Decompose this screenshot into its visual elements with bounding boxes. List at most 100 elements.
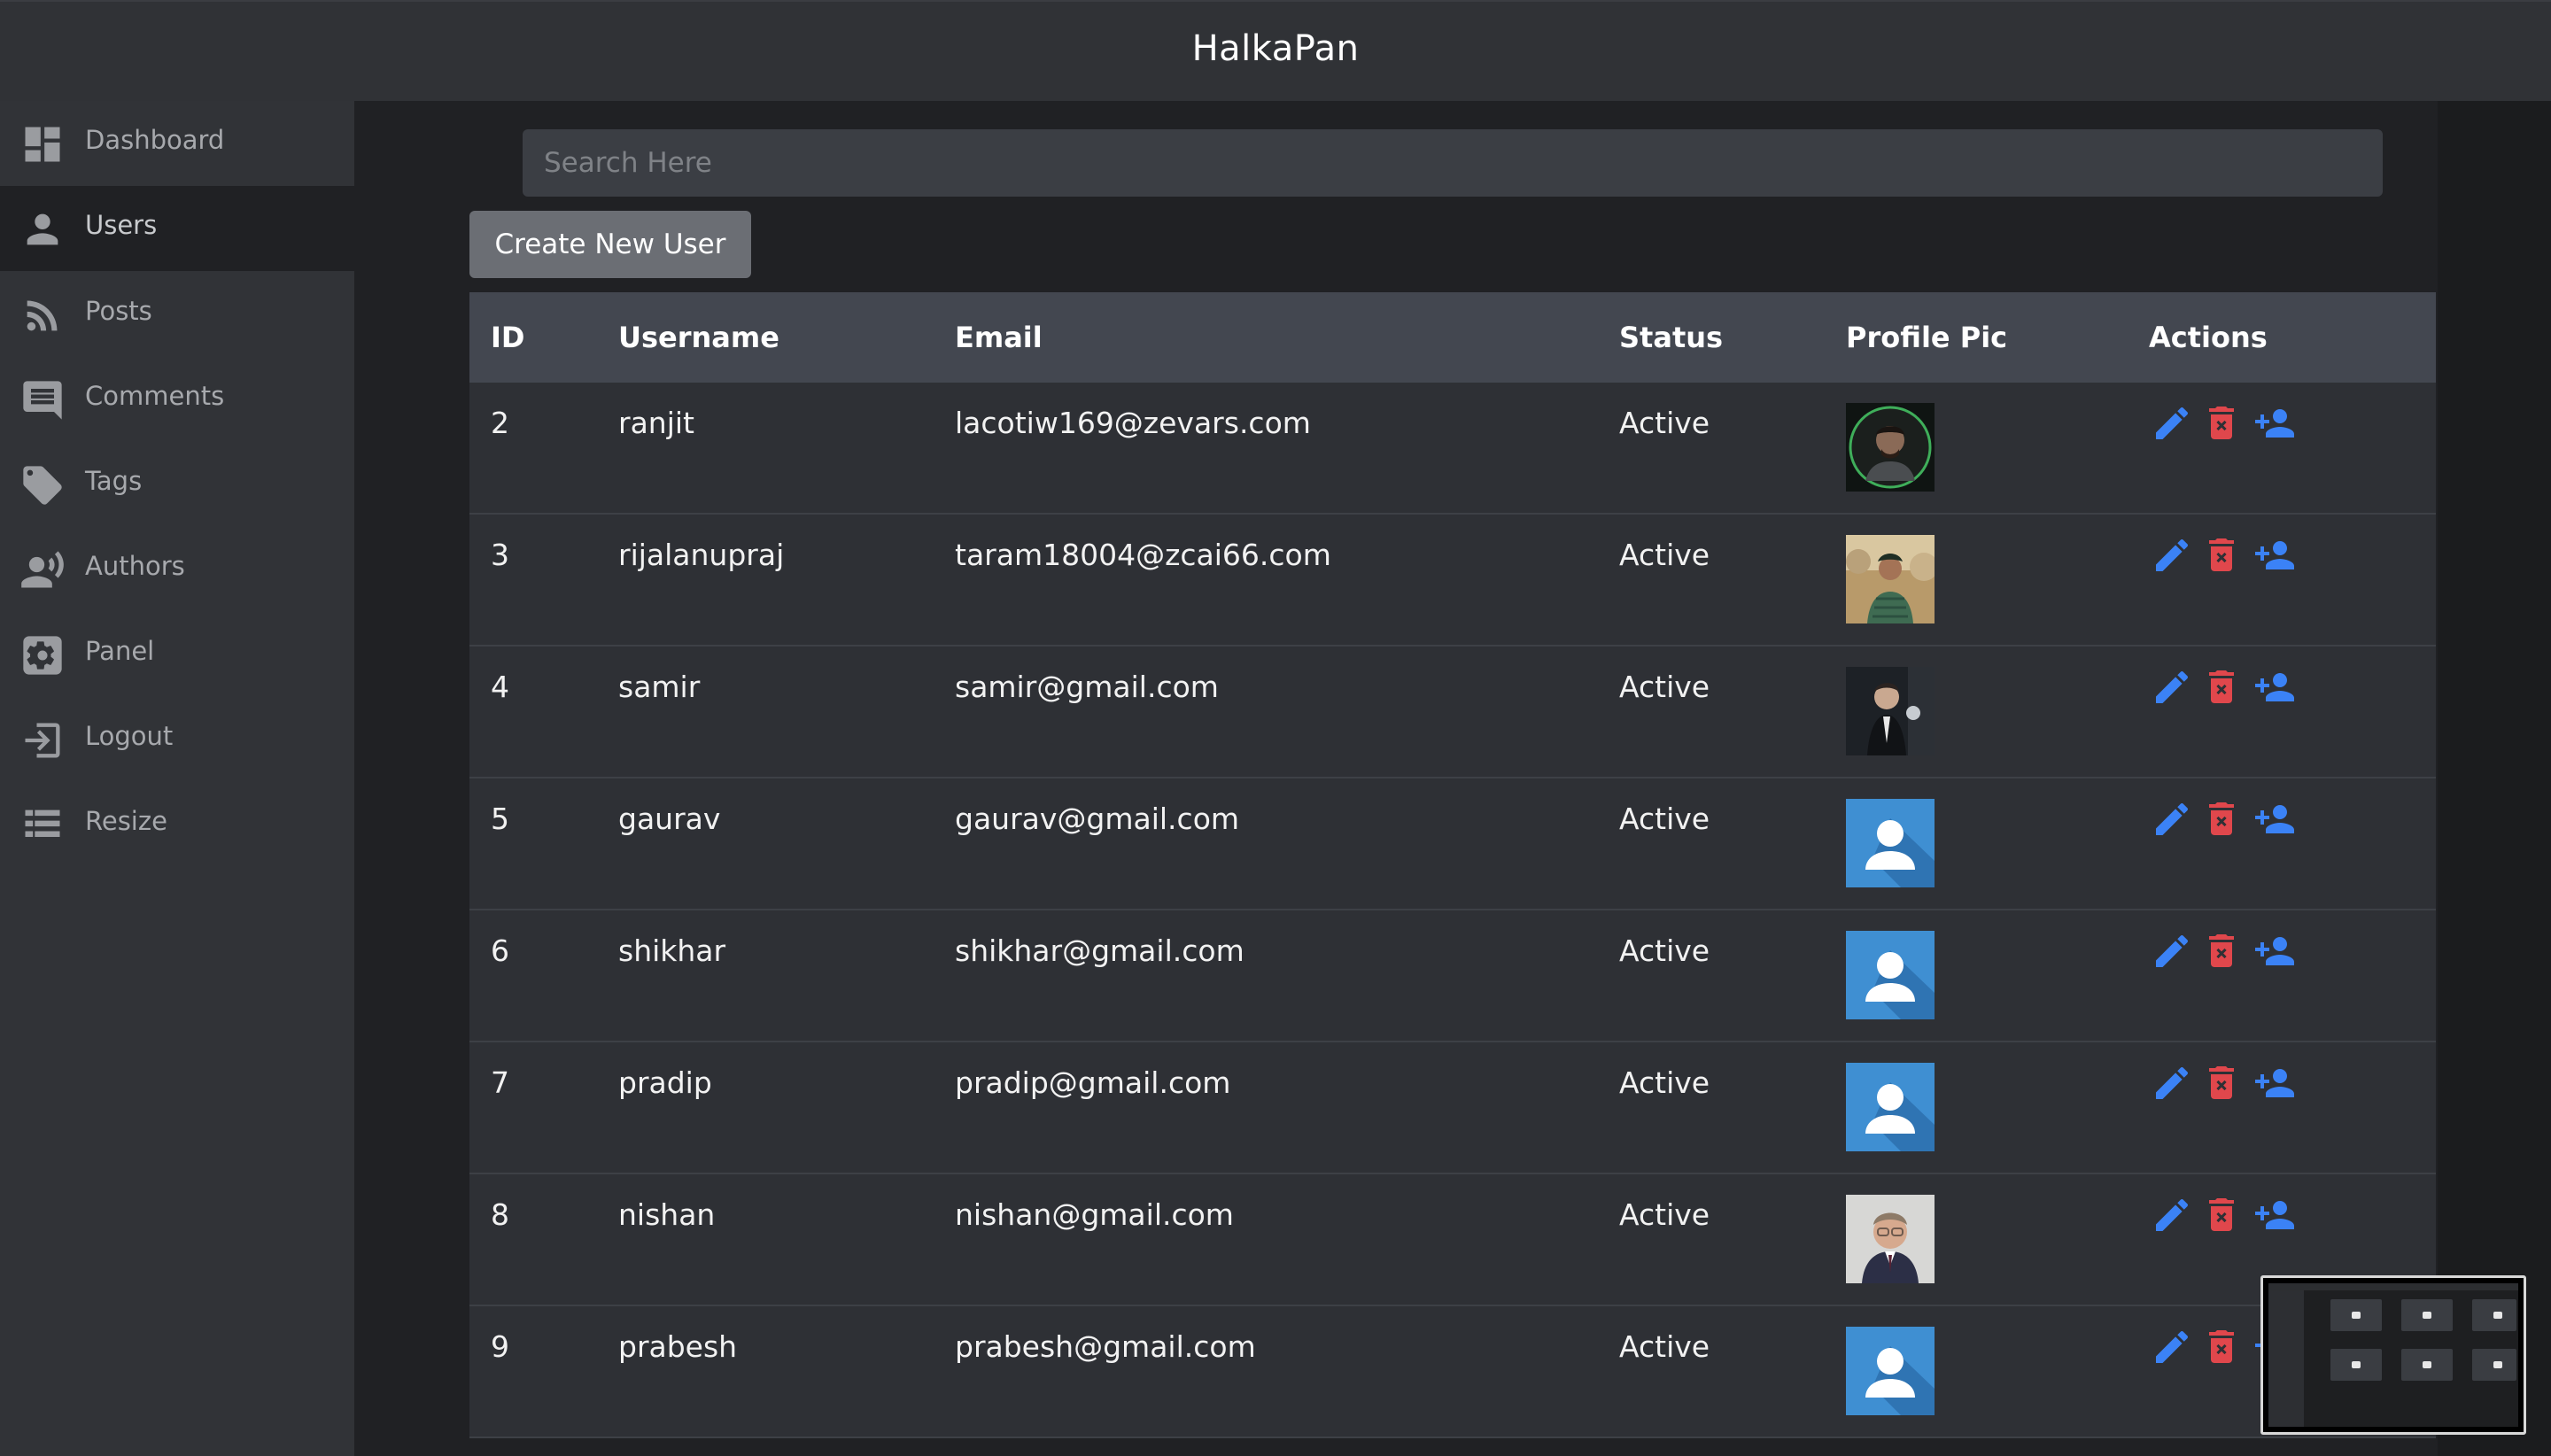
delete-button[interactable] (2200, 534, 2243, 577)
cell-id: 4 (491, 670, 509, 704)
sidebar-item-label: Dashboard (85, 125, 225, 155)
create-new-user-button[interactable]: Create New User (469, 211, 751, 278)
profile-pic (1846, 403, 1935, 492)
profile-pic (1846, 799, 1935, 887)
edit-button[interactable] (2151, 534, 2193, 577)
add-user-icon (2253, 1194, 2296, 1236)
column-header-id: ID (491, 321, 525, 354)
sidebar-item-users[interactable]: Users (0, 186, 354, 271)
add-user-button[interactable] (2253, 402, 2296, 445)
edit-button[interactable] (2151, 1194, 2193, 1236)
table-row: 7 pradip pradip@gmail.com Active (469, 1042, 2436, 1174)
sidebar-item-label: Panel (85, 636, 155, 666)
sidebar-item-authors[interactable]: Authors (0, 527, 354, 612)
minimap-card (2472, 1349, 2516, 1381)
add-user-icon (2253, 1062, 2296, 1104)
minimap-card (2330, 1349, 2382, 1381)
cell-username: nishan (618, 1197, 716, 1232)
profile-pic (1846, 667, 1935, 755)
cell-email: nishan@gmail.com (955, 1197, 1234, 1232)
delete-icon (2200, 1194, 2243, 1236)
delete-button[interactable] (2200, 930, 2243, 972)
sidebar-item-label: Authors (85, 551, 185, 581)
column-header-email: Email (955, 321, 1043, 354)
sidebar-item-comments[interactable]: Comments (0, 357, 354, 442)
delete-button[interactable] (2200, 798, 2243, 840)
edit-icon (2151, 930, 2193, 972)
minimap-preview[interactable] (2260, 1275, 2526, 1435)
sidebar: Dashboard Users Posts Comments Tags Authors Pa… (0, 101, 354, 1456)
delete-button[interactable] (2200, 402, 2243, 445)
cell-email: gaurav@gmail.com (955, 802, 1240, 836)
table-row: 3 rijalanupraj taram18004@zcai66.com Active (469, 515, 2436, 647)
cell-email: shikhar@gmail.com (955, 933, 1244, 968)
column-header-actions: Actions (2149, 321, 2268, 354)
sidebar-item-resize[interactable]: Resize (0, 782, 354, 867)
list-icon (19, 802, 66, 848)
add-user-button[interactable] (2253, 534, 2296, 577)
column-header-username: Username (618, 321, 779, 354)
sidebar-item-tags[interactable]: Tags (0, 442, 354, 527)
cell-id: 8 (491, 1197, 509, 1232)
add-user-icon (2253, 534, 2296, 577)
table-row: 4 samir samir@gmail.com Active (469, 647, 2436, 778)
add-user-button[interactable] (2253, 798, 2296, 840)
table-row: 8 nishan nishan@gmail.com Active (469, 1174, 2436, 1306)
add-user-button[interactable] (2253, 930, 2296, 972)
profile-pic (1846, 931, 1935, 1019)
users-table: ID Username Email Status Profile Pic Act… (469, 292, 2436, 1438)
cell-username: prabesh (618, 1329, 738, 1364)
edit-icon (2151, 666, 2193, 709)
add-user-icon (2253, 930, 2296, 972)
edit-button[interactable] (2151, 798, 2193, 840)
edit-button[interactable] (2151, 1062, 2193, 1104)
cell-id: 2 (491, 406, 509, 440)
search-input[interactable] (523, 129, 2383, 197)
edit-button[interactable] (2151, 930, 2193, 972)
cell-status: Active (1619, 802, 1710, 836)
cell-id: 9 (491, 1329, 509, 1364)
authors-icon (19, 547, 66, 593)
edit-button[interactable] (2151, 1326, 2193, 1368)
sidebar-item-label: Tags (85, 466, 143, 496)
cell-username: ranjit (618, 406, 694, 440)
cell-username: rijalanupraj (618, 538, 785, 572)
edit-icon (2151, 402, 2193, 445)
delete-button[interactable] (2200, 1326, 2243, 1368)
add-user-button[interactable] (2253, 666, 2296, 709)
app: HalkaPan Dashboard Users Posts Comments Tags… (0, 0, 2551, 1456)
delete-icon (2200, 402, 2243, 445)
edit-icon (2151, 1326, 2193, 1368)
edit-button[interactable] (2151, 402, 2193, 445)
edit-icon (2151, 1062, 2193, 1104)
add-user-button[interactable] (2253, 1194, 2296, 1236)
add-user-button[interactable] (2253, 1062, 2296, 1104)
cell-status: Active (1619, 670, 1710, 704)
add-user-icon (2253, 798, 2296, 840)
user-icon (19, 206, 66, 252)
cell-email: taram18004@zcai66.com (955, 538, 1331, 572)
delete-icon (2200, 666, 2243, 709)
edit-button[interactable] (2151, 666, 2193, 709)
profile-pic (1846, 1195, 1935, 1283)
sidebar-item-dashboard[interactable]: Dashboard (0, 101, 354, 186)
add-user-icon (2253, 666, 2296, 709)
sidebar-item-logout[interactable]: Logout (0, 697, 354, 782)
delete-icon (2200, 1062, 2243, 1104)
delete-icon (2200, 930, 2243, 972)
sidebar-item-panel[interactable]: Panel (0, 612, 354, 697)
delete-button[interactable] (2200, 1062, 2243, 1104)
cell-id: 7 (491, 1065, 509, 1100)
table-row: 9 prabesh prabesh@gmail.com Active (469, 1306, 2436, 1438)
profile-pic (1846, 535, 1935, 623)
delete-button[interactable] (2200, 666, 2243, 709)
sidebar-item-posts[interactable]: Posts (0, 272, 354, 357)
right-gutter (2438, 101, 2551, 1456)
delete-button[interactable] (2200, 1194, 2243, 1236)
table-row: 2 ranjit lacotiw169@zevars.com Active (469, 383, 2436, 515)
column-header-profile-pic: Profile Pic (1846, 321, 2008, 354)
dashboard-icon (19, 121, 66, 167)
minimap-header (2268, 1283, 2518, 1290)
cell-status: Active (1619, 1329, 1710, 1364)
edit-icon (2151, 1194, 2193, 1236)
